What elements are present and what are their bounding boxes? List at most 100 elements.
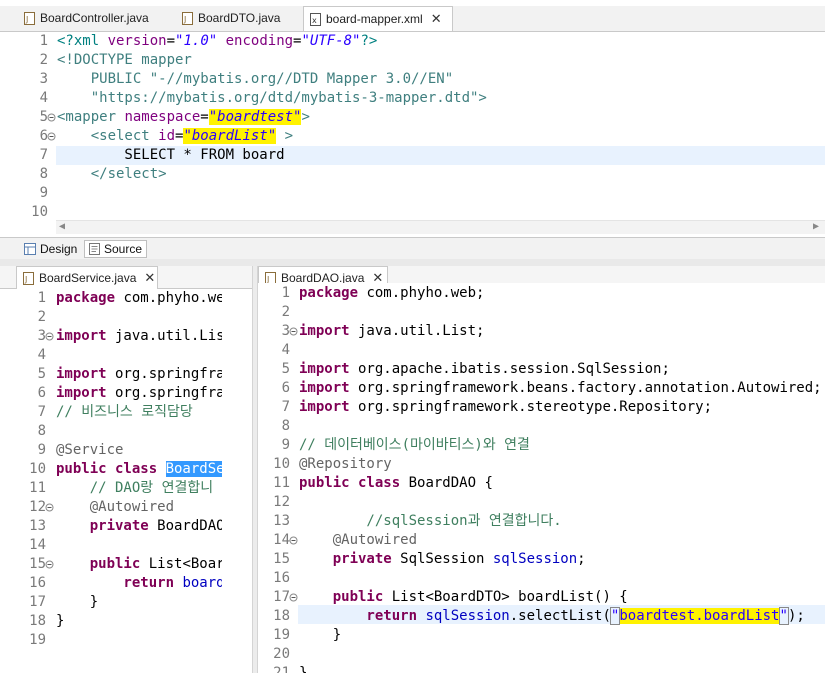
tab-source-label: Source (104, 242, 143, 256)
code-line-6: <select id="boardList" > (57, 128, 294, 144)
code-line-15: private SqlSession sqlSession; (299, 551, 586, 567)
line-number: 10 (273, 456, 290, 472)
line-number: 4 (281, 342, 290, 358)
code-line-15: public List<Board (56, 556, 222, 572)
tab-source[interactable]: Source (84, 240, 148, 258)
java-file-icon: J (182, 11, 193, 25)
fold-toggle-icon[interactable] (47, 132, 56, 141)
fold-toggle-icon[interactable] (289, 327, 298, 336)
code-line-18: } (56, 613, 65, 629)
fold-toggle-icon[interactable] (289, 536, 298, 545)
line-number: 10 (31, 204, 48, 220)
line-number: 8 (37, 423, 46, 439)
line-number: 18 (29, 613, 46, 629)
xml-editor[interactable]: 1 2 3 4 5 6 7 8 9 10 <?xml version="1.0"… (0, 32, 825, 238)
line-number: 12 (273, 494, 290, 510)
service-editor-tabbar: J BoardService.java ✕ (0, 266, 252, 289)
svg-text:x: x (312, 16, 317, 25)
xml-file-icon: x (310, 12, 321, 26)
tab-board-service[interactable]: J BoardService.java ✕ (16, 266, 158, 289)
line-number: 18 (273, 608, 290, 624)
line-number-gutter: 1 2 3 4 5 6 7 8 9 10 (0, 32, 56, 238)
svg-text:J: J (24, 275, 27, 284)
line-number: 7 (39, 147, 48, 163)
line-number: 13 (273, 513, 290, 529)
code-line-6: import org.springframework.beans.factory… (299, 380, 822, 396)
line-number: 11 (29, 480, 46, 496)
line-number: 14 (273, 532, 290, 548)
fold-toggle-icon[interactable] (289, 593, 298, 602)
line-number: 10 (29, 461, 46, 477)
line-number: 1 (39, 33, 48, 49)
code-line-19: } (299, 627, 342, 643)
tab-board-controller[interactable]: J BoardController.java (18, 6, 168, 30)
line-number: 19 (29, 632, 46, 648)
line-number: 17 (273, 589, 290, 605)
code-line-3: PUBLIC "-//mybatis.org//DTD Mapper 3.0//… (57, 71, 454, 87)
code-line-13: private BoardDAO (56, 518, 222, 534)
line-number: 6 (37, 385, 46, 401)
code-line-7: SELECT * FROM board (57, 147, 285, 163)
line-number: 4 (39, 90, 48, 106)
code-area: package com.phyho.web import java.util.L… (55, 289, 222, 673)
code-line-7: // 비즈니스 로직담당 (56, 404, 193, 420)
scroll-left-icon[interactable]: ◀ (59, 221, 65, 232)
code-line-17: public List<BoardDTO> boardList() { (299, 589, 628, 605)
line-number: 8 (39, 166, 48, 182)
code-line-6: import org.springfram (56, 385, 222, 401)
line-number: 15 (29, 556, 46, 572)
close-icon[interactable]: ✕ (144, 270, 155, 286)
code-line-11: public class BoardDAO { (299, 475, 493, 491)
code-line-8: </select> (57, 166, 167, 182)
tab-board-dto[interactable]: J BoardDTO.java (176, 6, 302, 30)
line-number: 21 (273, 665, 290, 673)
line-number: 6 (281, 380, 290, 396)
code-line-12: @Autowired (56, 499, 175, 515)
tab-design-label: Design (40, 242, 78, 256)
line-number: 7 (281, 399, 290, 415)
line-number: 20 (273, 646, 290, 662)
code-line-1: package com.phyho.web; (299, 285, 485, 301)
line-number: 3 (39, 71, 48, 87)
java-file-icon: J (23, 271, 34, 285)
tab-design[interactable]: Design (20, 240, 81, 258)
tab-label: board-mapper.xml (326, 12, 423, 26)
line-number-gutter: 1 2 3 4 5 6 7 8 9 10 11 12 13 14 15 16 1… (0, 289, 54, 673)
line-number: 12 (29, 499, 46, 515)
horizontal-scrollbar[interactable]: ◀ ▶ (56, 220, 825, 234)
code-line-9: @Service (56, 442, 124, 458)
design-view-icon (24, 243, 36, 255)
scroll-right-icon[interactable]: ▶ (813, 221, 819, 232)
code-line-7: import org.springframework.stereotype.Re… (299, 399, 713, 415)
java-file-icon: J (24, 11, 35, 25)
fold-toggle-icon[interactable] (47, 113, 56, 122)
fold-toggle-icon[interactable] (45, 503, 54, 512)
line-number: 5 (281, 361, 290, 377)
service-editor[interactable]: 1 2 3 4 5 6 7 8 9 10 11 12 13 14 15 16 1… (0, 289, 252, 673)
svg-text:J: J (183, 15, 186, 24)
line-number: 9 (281, 437, 290, 453)
tab-board-mapper-xml[interactable]: x board-mapper.xml ✕ (303, 6, 453, 31)
code-line-16: return boardD (56, 575, 222, 591)
line-number: 15 (273, 551, 290, 567)
line-number: 11 (273, 475, 290, 491)
dao-editor[interactable]: 1 2 3 4 5 6 7 8 9 10 11 12 13 14 15 16 1… (258, 283, 825, 673)
code-line-9: // 데이터베이스(마이바티스)와 연결 (299, 437, 530, 453)
tab-label: BoardDTO.java (198, 11, 281, 25)
fold-toggle-icon[interactable] (45, 332, 54, 341)
code-line-5: import org.apache.ibatis.session.SqlSess… (299, 361, 670, 377)
line-number: 5 (37, 366, 46, 382)
line-number: 4 (37, 347, 46, 363)
code-line-5: <mapper namespace="boardtest"> (57, 109, 310, 125)
pane-divider[interactable] (0, 259, 825, 266)
tab-label: BoardController.java (40, 11, 149, 25)
fold-toggle-icon[interactable] (45, 560, 54, 569)
code-line-13: //sqlSession과 연결합니다. (299, 513, 562, 529)
code-line-17: } (56, 594, 99, 610)
line-number: 1 (37, 290, 46, 306)
code-line-14: @Autowired (299, 532, 418, 548)
tab-label: BoardService.java (39, 271, 137, 285)
close-icon[interactable]: ✕ (431, 11, 442, 27)
line-number: 7 (37, 404, 46, 420)
code-line-4: "https://mybatis.org/dtd/mybatis-3-mappe… (57, 90, 487, 106)
